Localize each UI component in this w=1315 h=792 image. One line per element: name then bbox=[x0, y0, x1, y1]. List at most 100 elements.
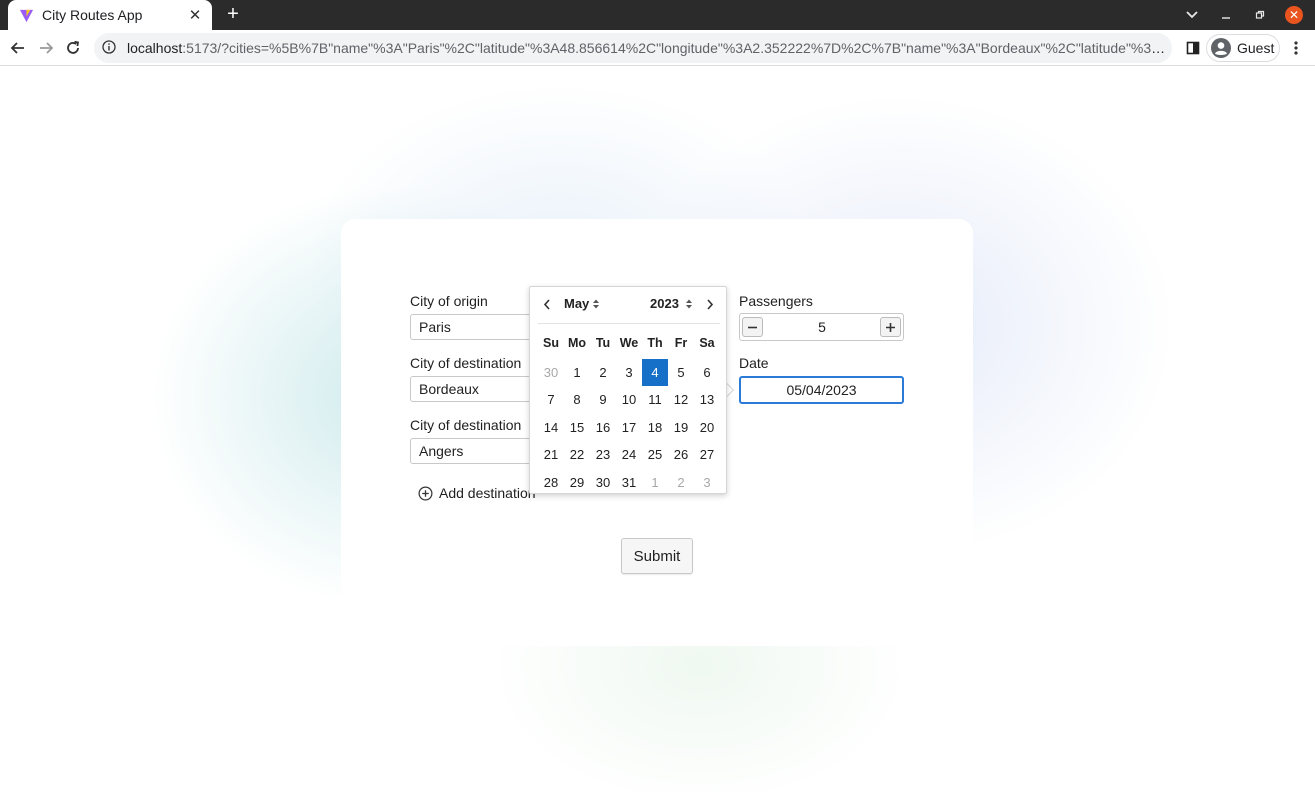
year-select[interactable]: 2023 bbox=[650, 296, 693, 311]
profile-label: Guest bbox=[1237, 40, 1275, 56]
calendar-day[interactable]: 6 bbox=[694, 359, 720, 387]
calendar-week-row: 30 1 2 3 4 5 6 bbox=[538, 358, 720, 387]
calendar-day[interactable]: 5 bbox=[668, 359, 694, 387]
calendar-day[interactable]: 16 bbox=[590, 414, 616, 442]
calendar-day[interactable]: 30 bbox=[590, 469, 616, 497]
back-arrow-icon[interactable] bbox=[6, 36, 30, 60]
calendar-week-row: 14 15 16 17 18 19 20 bbox=[538, 414, 720, 442]
passengers-stepper: 5 bbox=[739, 313, 904, 341]
calendar-day[interactable]: 21 bbox=[538, 441, 564, 469]
weekday-label: Fr bbox=[674, 336, 688, 350]
window-close-button[interactable]: ✕ bbox=[1284, 0, 1304, 30]
calendar-day[interactable]: 11 bbox=[642, 386, 668, 414]
calendar-day[interactable]: 27 bbox=[694, 441, 720, 469]
calendar-day[interactable]: 2 bbox=[668, 469, 694, 497]
weekday-label: We bbox=[619, 336, 639, 350]
chevron-right-icon[interactable] bbox=[701, 295, 719, 313]
page-background: City of origin Paris City of destination… bbox=[0, 66, 1315, 792]
browser-toolbar: localhost:5173/?cities=%5B%7B"name"%3A"P… bbox=[0, 30, 1315, 66]
calendar-day[interactable]: 25 bbox=[642, 441, 668, 469]
calendar-day[interactable]: 18 bbox=[642, 414, 668, 442]
calendar-day[interactable]: 9 bbox=[590, 386, 616, 414]
side-panel-icon[interactable] bbox=[1181, 36, 1205, 60]
calendar-day[interactable]: 31 bbox=[616, 469, 642, 497]
add-circle-icon bbox=[418, 486, 433, 500]
vite-logo-icon bbox=[18, 7, 34, 23]
datepicker-popup: May 2023 Su Mo Tu We Th Fr Sa 30 1 2 3 4 5 6 7 8 9 10 11 12… bbox=[529, 286, 727, 494]
calendar-day[interactable]: 2 bbox=[590, 359, 616, 387]
weekday-header-row: Su Mo Tu We Th Fr Sa bbox=[538, 331, 720, 359]
sort-arrows-icon bbox=[593, 299, 600, 308]
minimize-icon[interactable] bbox=[1216, 0, 1236, 30]
month-value: May bbox=[564, 296, 590, 311]
passengers-label: Passengers bbox=[739, 293, 813, 309]
calendar-day[interactable]: 3 bbox=[694, 469, 720, 497]
date-label: Date bbox=[739, 355, 769, 371]
kebab-menu-icon[interactable] bbox=[1284, 36, 1308, 60]
add-destination-label: Add destination bbox=[439, 485, 536, 501]
increment-button[interactable] bbox=[880, 317, 901, 337]
destination-label-1: City of destination bbox=[410, 355, 522, 371]
add-destination-button[interactable]: Add destination bbox=[418, 485, 536, 501]
profile-button[interactable]: Guest bbox=[1206, 34, 1280, 62]
restore-icon[interactable] bbox=[1250, 0, 1270, 30]
forward-arrow-icon[interactable] bbox=[34, 36, 58, 60]
chevron-left-icon[interactable] bbox=[538, 295, 556, 313]
calendar-day[interactable]: 10 bbox=[616, 386, 642, 414]
calendar-grid: Su Mo Tu We Th Fr Sa 30 1 2 3 4 5 6 7 8 9 10 11 12 13 14 15 16 1… bbox=[538, 331, 720, 496]
calendar-day[interactable]: 24 bbox=[616, 441, 642, 469]
calendar-day[interactable]: 3 bbox=[616, 359, 642, 387]
calendar-day[interactable]: 1 bbox=[564, 359, 590, 387]
plus-icon bbox=[886, 322, 895, 332]
address-bar[interactable]: localhost:5173/?cities=%5B%7B"name"%3A"P… bbox=[94, 33, 1172, 63]
origin-label: City of origin bbox=[410, 293, 488, 309]
weekday-label: Th bbox=[647, 336, 663, 350]
close-icon[interactable]: ✕ bbox=[186, 6, 204, 24]
weekday-label: Tu bbox=[595, 336, 611, 350]
calendar-day[interactable]: 29 bbox=[564, 469, 590, 497]
calendar-day[interactable]: 1 bbox=[642, 469, 668, 497]
reload-icon[interactable] bbox=[61, 36, 85, 60]
url-host: localhost bbox=[127, 40, 183, 56]
calendar-day[interactable]: 17 bbox=[616, 414, 642, 442]
info-icon[interactable] bbox=[102, 40, 118, 56]
weekday-label: Su bbox=[543, 336, 559, 350]
minus-icon bbox=[748, 326, 757, 328]
datepicker-divider bbox=[538, 323, 720, 324]
calendar-day[interactable]: 8 bbox=[564, 386, 590, 414]
calendar-day[interactable]: 22 bbox=[564, 441, 590, 469]
calendar-day[interactable]: 13 bbox=[694, 386, 720, 414]
browser-tab-strip: City Routes App ✕ + ✕ bbox=[0, 0, 1315, 30]
datepicker-header: May 2023 bbox=[530, 287, 728, 323]
calendar-day[interactable]: 15 bbox=[564, 414, 590, 442]
plus-icon[interactable]: + bbox=[222, 3, 244, 25]
calendar-week-row: 28 29 30 31 1 2 3 bbox=[538, 469, 720, 497]
browser-tab[interactable]: City Routes App ✕ bbox=[8, 0, 212, 30]
sort-arrows-icon bbox=[685, 299, 692, 308]
calendar-week-row: 21 22 23 24 25 26 27 bbox=[538, 441, 720, 469]
calendar-day[interactable]: 12 bbox=[668, 386, 694, 414]
chevron-down-icon[interactable] bbox=[1182, 0, 1202, 30]
url-text: localhost:5173/?cities=%5B%7B"name"%3A"P… bbox=[127, 40, 1167, 56]
calendar-day-selected[interactable]: 4 bbox=[642, 358, 668, 386]
month-select[interactable]: May bbox=[564, 296, 600, 311]
url-path: :5173/?cities=%5B%7B"name"%3A"Paris"%2C"… bbox=[182, 40, 1167, 56]
calendar-day[interactable]: 7 bbox=[538, 386, 564, 414]
calendar-day[interactable]: 26 bbox=[668, 441, 694, 469]
calendar-day[interactable]: 14 bbox=[538, 414, 564, 442]
close-icon: ✕ bbox=[1285, 6, 1303, 24]
weekday-label: Mo bbox=[567, 336, 587, 350]
decrement-button[interactable] bbox=[742, 317, 763, 337]
passengers-value[interactable]: 5 bbox=[770, 314, 874, 340]
submit-button[interactable]: Submit bbox=[621, 538, 693, 574]
calendar-day[interactable]: 28 bbox=[538, 469, 564, 497]
date-input[interactable]: 05/04/2023 bbox=[739, 376, 904, 404]
destination-label-2: City of destination bbox=[410, 417, 522, 433]
calendar-day[interactable]: 23 bbox=[590, 441, 616, 469]
account-icon bbox=[1211, 38, 1231, 58]
calendar-day[interactable]: 20 bbox=[694, 414, 720, 442]
tab-title: City Routes App bbox=[42, 7, 143, 23]
calendar-day[interactable]: 19 bbox=[668, 414, 694, 442]
year-value: 2023 bbox=[650, 296, 679, 311]
calendar-day[interactable]: 30 bbox=[538, 359, 564, 387]
